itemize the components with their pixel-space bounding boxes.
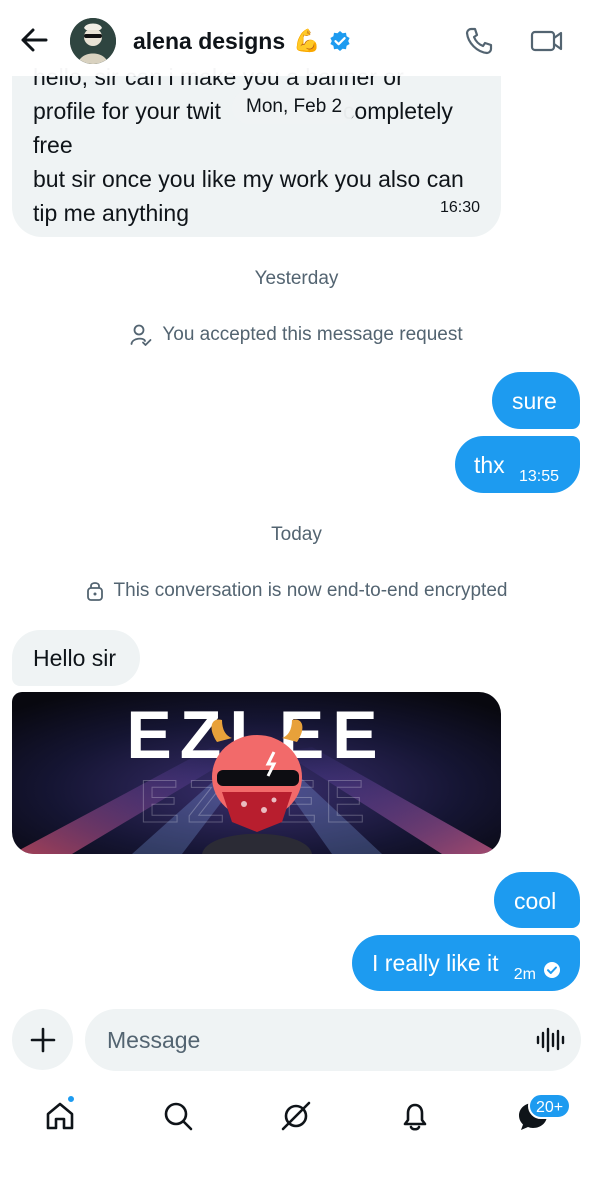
arrow-left-icon <box>21 28 48 52</box>
search-icon <box>164 1102 193 1131</box>
seen-check-icon <box>544 962 560 978</box>
outgoing-message[interactable]: cool <box>494 872 580 928</box>
add-attachment-button[interactable] <box>12 1009 73 1070</box>
message-input[interactable] <box>107 1009 507 1071</box>
messages-badge: 20+ <box>528 1093 572 1119</box>
nav-grok[interactable] <box>276 1096 316 1136</box>
message-text: cool <box>514 888 557 914</box>
date-pill: Mon, Feb 2 <box>232 90 357 124</box>
incoming-message[interactable]: Hello sir <box>12 630 140 686</box>
video-camera-icon <box>530 30 563 52</box>
message-composer <box>85 1009 581 1071</box>
video-call-button[interactable] <box>530 24 564 58</box>
verified-badge-icon <box>329 31 350 51</box>
flexed-biceps-emoji: 💪 <box>293 28 321 53</box>
message-text: sure <box>512 388 557 414</box>
outgoing-message[interactable]: thx 13:55 <box>455 436 580 493</box>
person-check-icon <box>130 324 152 346</box>
plus-icon <box>30 1027 55 1052</box>
outgoing-message[interactable]: sure <box>492 372 580 429</box>
voice-waveform-icon[interactable] <box>535 1025 565 1055</box>
message-timestamp: 13:55 <box>518 468 559 485</box>
avatar[interactable] <box>70 18 116 64</box>
avatar-image <box>70 18 116 64</box>
nav-search[interactable] <box>158 1096 198 1136</box>
nav-notifications[interactable] <box>395 1096 435 1136</box>
chat-title: alena designs <box>133 27 286 54</box>
grok-icon <box>281 1101 311 1131</box>
message-line: tip me anything <box>33 200 189 226</box>
message-timestamp: 2m <box>513 966 536 983</box>
message-text: Hello sir <box>33 645 117 671</box>
date-divider: Yesterday <box>254 268 339 289</box>
message-text: thx <box>474 452 505 478</box>
call-button[interactable] <box>462 24 496 58</box>
image-attachment[interactable]: EZLEE EZLEE <box>12 692 501 854</box>
system-message-text: You accepted this message request <box>162 324 463 345</box>
outgoing-message[interactable]: I really like it 2m <box>352 935 580 991</box>
phone-icon <box>465 27 493 55</box>
bell-icon <box>403 1103 427 1131</box>
chat-title-group[interactable]: alena designs 💪 <box>133 24 351 58</box>
back-button[interactable] <box>18 22 50 58</box>
message-text: I really like it <box>372 950 499 976</box>
system-message-encrypted: This conversation is now end-to-end encr… <box>0 578 593 604</box>
date-divider: Today <box>271 524 322 545</box>
message-text: completely <box>342 98 453 124</box>
chat-header: alena designs 💪 <box>0 0 593 76</box>
system-message-text: This conversation is now end-to-end encr… <box>113 580 508 601</box>
system-message-accepted: You accepted this message request <box>0 322 593 348</box>
message-text: profile for your twit <box>33 98 221 124</box>
banner-image: EZLEE EZLEE <box>12 692 501 854</box>
message-line: free <box>33 132 73 158</box>
message-timestamp: 16:30 <box>439 199 480 216</box>
message-line: but sir once you like my work you also c… <box>33 166 464 192</box>
home-notification-dot <box>66 1094 76 1104</box>
home-icon <box>46 1102 74 1130</box>
lock-icon <box>86 582 103 601</box>
